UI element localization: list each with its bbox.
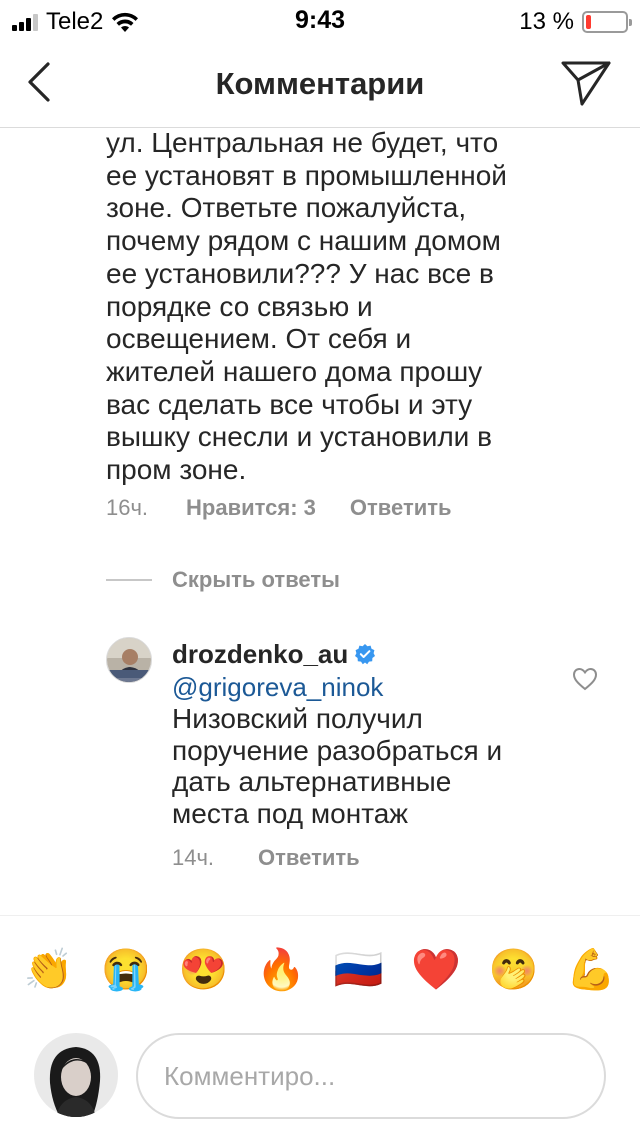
- battery-level: [586, 15, 591, 29]
- reply-line: места под монтаж: [172, 797, 409, 829]
- comment-reply-button[interactable]: Ответить: [350, 495, 452, 521]
- reply-mention-link[interactable]: @grigoreva_ninok: [172, 671, 552, 703]
- comment-line: порядке со связью и: [106, 290, 373, 322]
- reply-username[interactable]: drozdenko_au: [172, 639, 348, 670]
- heart-eyes-emoji-icon[interactable]: 😍: [174, 940, 234, 1000]
- avatar[interactable]: [106, 637, 152, 683]
- comment-line: освещением. От себя и: [106, 323, 412, 355]
- comment-line: ул. Центральная не будет, что: [106, 129, 499, 158]
- hide-replies-label: Скрыть ответы: [172, 567, 340, 592]
- status-right: 13 %: [519, 8, 632, 36]
- avatar: [34, 1033, 118, 1117]
- russia-flag-emoji-icon[interactable]: 🇷🇺: [329, 940, 389, 1000]
- comment-line: почему рядом с нашим домом: [106, 225, 501, 257]
- reply-text: Низовский получил поручение разобраться …: [172, 703, 532, 829]
- comment-line: ее установят в промышленной: [106, 159, 507, 191]
- reply-line: Низовский получил: [172, 703, 423, 734]
- like-heart-icon[interactable]: [572, 667, 598, 691]
- fire-emoji-icon[interactable]: 🔥: [251, 940, 311, 1000]
- reply-body: drozdenko_au @grigoreva_ninok Низовский …: [172, 637, 552, 829]
- red-heart-emoji-icon[interactable]: ❤️: [406, 940, 466, 1000]
- crying-face-emoji-icon[interactable]: 😭: [96, 940, 156, 1000]
- comment-line: ее установили??? У нас все в: [106, 257, 494, 289]
- reply-time: 14ч.: [172, 845, 215, 870]
- clapping-hands-emoji-icon[interactable]: 👏: [19, 940, 79, 1000]
- hide-replies-button[interactable]: Скрыть ответы: [106, 567, 340, 593]
- avatar-image: [107, 638, 151, 682]
- current-user-avatar-image: [34, 1033, 118, 1117]
- comments-list[interactable]: ул. Центральная не будет, что ее установ…: [0, 129, 640, 915]
- reply-meta: 14ч. Ответить: [172, 845, 360, 871]
- comment-input[interactable]: [136, 1033, 606, 1119]
- comment-composer: [0, 1023, 640, 1136]
- status-bar: Tele2 9:43 13 %: [0, 0, 640, 40]
- hide-replies-line: [106, 579, 152, 581]
- nav-bar: Комментарии: [0, 40, 640, 128]
- comment-line: вышку снесли и установили в: [106, 421, 492, 453]
- battery-percent: 13 %: [519, 8, 574, 35]
- comment-line: пром зоне.: [106, 454, 247, 486]
- comment-time: 16ч.: [106, 495, 149, 520]
- flexed-biceps-emoji-icon[interactable]: 💪: [561, 940, 621, 1000]
- comment-text: ул. Центральная не будет, что ее установ…: [106, 129, 536, 487]
- reply-line: дать альтернативные: [172, 766, 452, 797]
- direct-send-icon[interactable]: [560, 58, 612, 108]
- hand-over-mouth-emoji-icon[interactable]: 🤭: [484, 940, 544, 1000]
- comment-likes[interactable]: Нравится: 3: [186, 495, 316, 521]
- comment-line: зоне. Ответьте пожалуйста,: [106, 192, 467, 224]
- comment-line: жителей нашего дома прошу: [106, 355, 483, 387]
- reply-line: поручение разобраться и: [172, 734, 503, 766]
- reply-reply-button[interactable]: Ответить: [258, 845, 360, 871]
- reply-user-row: drozdenko_au: [172, 637, 552, 671]
- comment-line: вас сделать все чтобы и эту: [106, 388, 473, 420]
- battery-icon: [582, 11, 632, 33]
- comment-meta: 16ч. Нравится: 3 Ответить: [106, 495, 452, 521]
- verified-badge-icon: [355, 644, 376, 665]
- emoji-quick-bar: 👏 😭 😍 🔥 🇷🇺 ❤️ 🤭 💪: [0, 915, 640, 1023]
- page-title: Комментарии: [215, 66, 425, 101]
